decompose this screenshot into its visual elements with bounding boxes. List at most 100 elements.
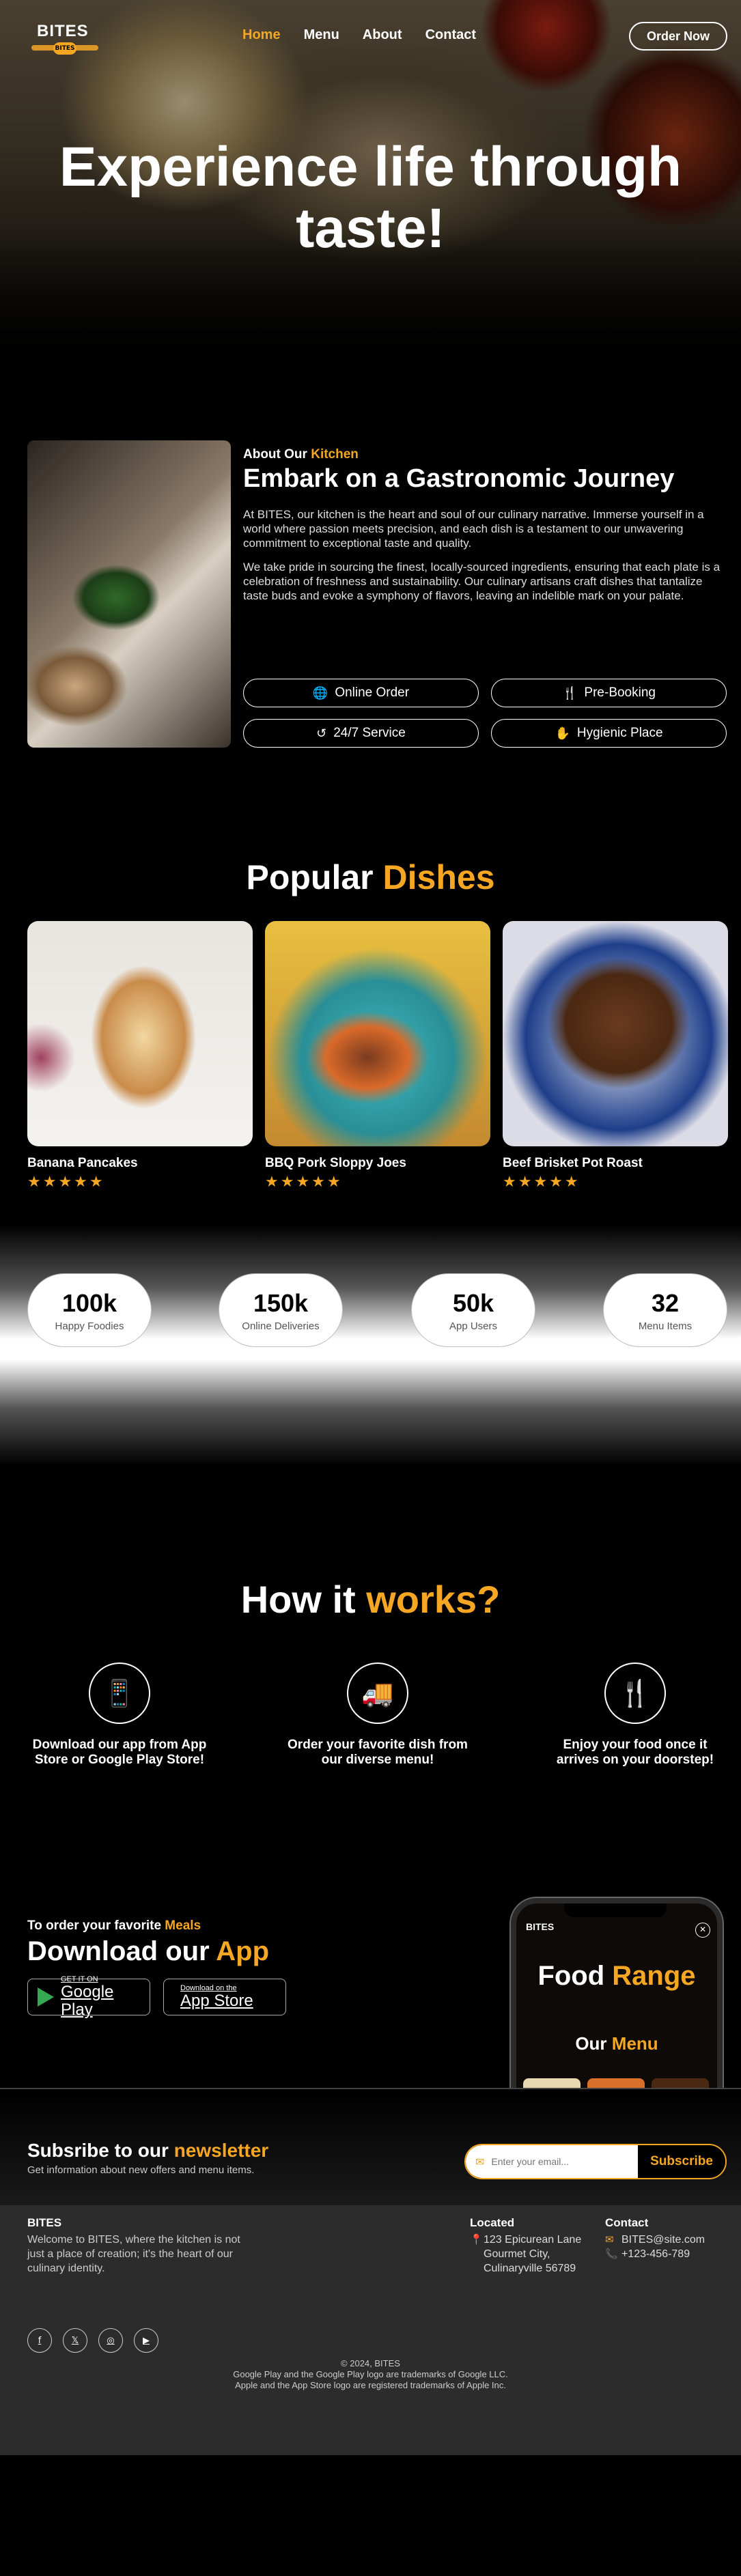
popular-title: Popular Dishes [0, 858, 741, 897]
logo[interactable]: BITES BITES [27, 18, 102, 59]
instagram-icon[interactable]: ◎ [98, 2328, 123, 2353]
copyright: © 2024, BITES [341, 2358, 400, 2368]
footer-brand: BITES [27, 2216, 62, 2229]
mobile-icon: 📱 [89, 1662, 150, 1724]
feature-label: Online Order [335, 685, 410, 700]
map-pin-icon: 📍 [470, 2233, 483, 2246]
footer-located-heading: Located [470, 2216, 515, 2229]
hero-title: Experience life through taste! [59, 136, 682, 259]
nav-about[interactable]: About [363, 27, 402, 43]
star-rating: ★★★★★ [503, 1174, 581, 1191]
download-app-section: To order your favorite Meals Download ou… [0, 1878, 741, 2089]
step-text: Order your favorite dish from our divers… [288, 1738, 468, 1767]
youtube-icon[interactable]: ▶ [134, 2328, 158, 2353]
nav-home[interactable]: Home [242, 27, 281, 43]
dish-image [265, 921, 490, 1146]
logo-badge: BITES [53, 42, 76, 55]
step-order-dish: 🚚 Order your favorite dish from our dive… [285, 1662, 470, 1768]
how-it-works-section: How it works? 📱 Download our app from Ap… [0, 1488, 741, 1878]
feature-online-order[interactable]: 🌐 Online Order [243, 679, 479, 707]
newsletter-form: ✉ Subscribe [464, 2144, 727, 2179]
subscribe-button[interactable]: Subscribe [638, 2145, 725, 2178]
logo-text: BITES [37, 22, 89, 40]
step-enjoy-food: 🍴 Enjoy your food once it arrives on you… [543, 1662, 727, 1768]
feature-hygienic-place[interactable]: ✋ Hygienic Place [491, 719, 727, 748]
email-input[interactable] [491, 2156, 628, 2167]
app-store-button[interactable]: Download on the App Store [163, 1979, 286, 2015]
about-label-prefix: About Our [243, 447, 307, 462]
footer-contact-heading: Contact [605, 2216, 649, 2229]
dish-card[interactable]: Beef Brisket Pot Roast ★★★★★ [503, 921, 728, 1191]
stat-app-users: 50k App Users [411, 1273, 535, 1347]
google-play-big-text: Google Play [61, 1983, 114, 2019]
google-play-button[interactable]: GET IT ON Google Play [27, 1975, 150, 2019]
download-title-prefix: Download our [27, 1936, 210, 1966]
google-play-icon [38, 1987, 54, 2007]
phone-menu-thumbnail [523, 2078, 581, 2088]
how-title-prefix: How it [240, 1578, 356, 1621]
utensils-icon: 🍴 [562, 685, 578, 700]
step-text: Enjoy your food once it arrives on your … [556, 1738, 714, 1767]
newsletter-title-prefix: Subsribe to our [27, 2140, 169, 2161]
legal-text: © 2024, BITES Google Play and the Google… [0, 2358, 741, 2391]
social-links: f 𝕏 ◎ ▶ [27, 2328, 158, 2353]
newsletter-section: Subsribe to our newsletter Get informati… [0, 2089, 741, 2205]
app-store-big-text: App Store [180, 1992, 253, 2010]
feature-24-7-service[interactable]: ↺ 24/7 Service [243, 719, 479, 748]
phone-menu-title: Our Menu [516, 2033, 717, 2054]
google-play-text: GET IT ON Google Play [61, 1975, 140, 2019]
about-paragraph-2: We take pride in sourcing the finest, lo… [243, 561, 721, 602]
download-title-accent: App [216, 1936, 270, 1966]
about-label: About Our Kitchen [243, 447, 359, 462]
phone-menu-thumbnail [652, 2078, 709, 2088]
newsletter-title: Subsribe to our newsletter [27, 2140, 268, 2162]
download-pretitle-accent: Meals [165, 1919, 201, 1933]
nav-menu[interactable]: Menu [304, 27, 339, 43]
phone-notch [564, 1903, 667, 1917]
footer: BITES Welcome to BITES, where the kitche… [0, 2205, 741, 2455]
envelope-icon: ✉ [475, 2155, 485, 2168]
newsletter-title-accent: newsletter [173, 2140, 269, 2161]
x-icon[interactable]: 𝕏 [63, 2328, 87, 2353]
popular-title-prefix: Popular [246, 858, 374, 896]
star-rating: ★★★★★ [265, 1174, 343, 1191]
navbar: BITES BITES Home Menu About Contact Orde… [0, 0, 741, 75]
order-now-button[interactable]: Order Now [629, 22, 727, 51]
dish-image [27, 921, 253, 1146]
contact-phone[interactable]: +123-456-789 [621, 2247, 690, 2261]
stat-value: 50k [452, 1289, 494, 1317]
about-section: About Our Kitchen Embark on a Gastronomi… [0, 382, 741, 765]
nav-links: Home Menu About Contact [242, 27, 476, 43]
star-rating: ★★★★★ [27, 1174, 105, 1191]
about-heading: Embark on a Gastronomic Journey [243, 464, 675, 493]
google-trademark: Google Play and the Google Play logo are… [233, 2369, 508, 2379]
dish-card[interactable]: BBQ Pork Sloppy Joes ★★★★★ [265, 921, 490, 1191]
dish-card[interactable]: Banana Pancakes ★★★★★ [27, 921, 253, 1191]
contact-email[interactable]: BITES@site.com [621, 2233, 705, 2247]
how-title-accent: works? [366, 1578, 501, 1621]
features-grid: 🌐 Online Order 🍴 Pre-Booking ↺ 24/7 Serv… [243, 679, 728, 748]
newsletter-subtitle: Get information about new offers and men… [27, 2164, 255, 2176]
dish-image [503, 921, 728, 1146]
phone-logo: BITES [526, 1921, 555, 1932]
how-title: How it works? [0, 1577, 741, 1622]
app-store-text: Download on the App Store [180, 1984, 253, 2010]
hero-section: BITES BITES Home Menu About Contact Orde… [0, 0, 741, 382]
download-title: Download our App [27, 1936, 269, 1967]
stat-happy-foodies: 100k Happy Foodies [27, 1273, 152, 1347]
stat-value: 150k [253, 1289, 309, 1317]
utensils-icon: 🍴 [604, 1662, 666, 1724]
phone-mockup: BITES ✕ Food Range Our Menu [511, 1898, 723, 2088]
stat-menu-items: 32 Menu Items [603, 1273, 727, 1347]
feature-label: Hygienic Place [576, 726, 663, 740]
footer-description: Welcome to BITES, where the kitchen is n… [27, 2234, 240, 2274]
download-pretitle: To order your favorite Meals [27, 1919, 201, 1934]
phone-icon: 📞 [605, 2248, 618, 2260]
facebook-icon[interactable]: f [27, 2328, 52, 2353]
stats-section: 100k Happy Foodies 150k Online Deliverie… [0, 1202, 741, 1488]
download-pretitle-prefix: To order your favorite [27, 1919, 162, 1933]
dish-name: BBQ Pork Sloppy Joes [265, 1156, 406, 1170]
phone-title-prefix: Food [537, 1961, 605, 1991]
feature-pre-booking[interactable]: 🍴 Pre-Booking [491, 679, 727, 707]
nav-contact[interactable]: Contact [425, 27, 476, 43]
